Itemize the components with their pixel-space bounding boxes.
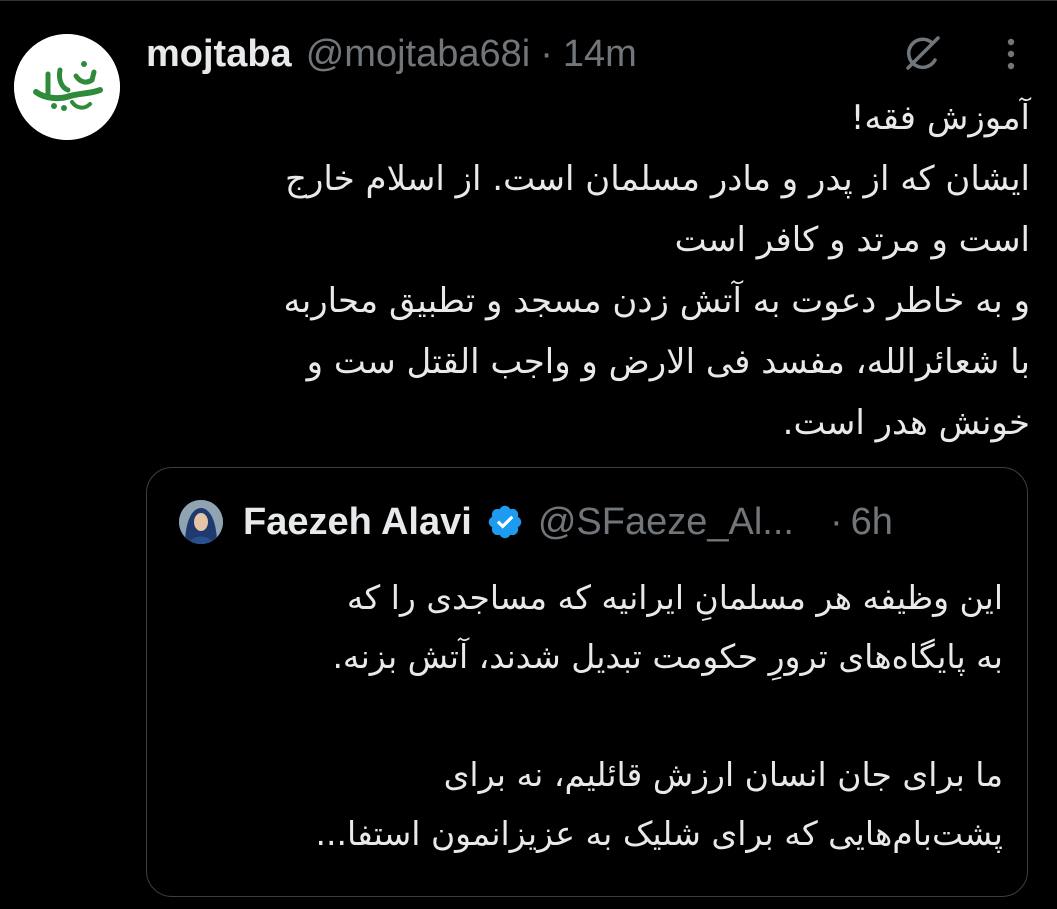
quoted-text-line: پشت‌بام‌هایی که برای شلیک به عزیزانمون ا… xyxy=(315,814,1003,853)
quoted-tweet-card[interactable]: Faezeh Alavi @SFaeze_Al... · 6h این وظیف… xyxy=(146,467,1028,897)
verified-badge-icon xyxy=(488,505,522,539)
tweet-text: آموزش فقه! ایشان که از پدر و مادر مسلمان… xyxy=(140,88,1030,454)
quoted-tweet-text: این وظیفه هر مسلمانِ ایرانیه که مساجدی ر… xyxy=(177,568,1003,863)
quoted-author-avatar-image xyxy=(179,500,223,544)
calligraphy-logo-icon xyxy=(14,34,120,140)
quoted-text-line: به پایگاه‌های ترورِ حکومت تبدیل شدند، آت… xyxy=(332,637,1003,676)
tweet-text-line: آموزش فقه! xyxy=(850,98,1030,138)
tweet-timestamp[interactable]: 14m xyxy=(563,33,637,76)
tweet-text-line: ایشان که از پدر و مادر مسلمان است. از اس… xyxy=(285,159,1030,199)
quoted-author-avatar[interactable] xyxy=(179,500,223,544)
author-handle[interactable]: @mojtaba68i xyxy=(306,33,530,76)
quoted-text-line: این وظیفه هر مسلمانِ ایرانیه که مساجدی ر… xyxy=(346,578,1003,617)
quoted-text-line: ما برای جان انسان ارزش قائلیم، نه برای xyxy=(443,755,1003,794)
tweet-text-line: با شعائرالله، مفسد فی الارض و واجب القتل… xyxy=(306,342,1030,382)
more-options-icon[interactable] xyxy=(996,34,1026,74)
grok-icon[interactable] xyxy=(898,30,946,78)
quoted-author-display-name[interactable]: Faezeh Alavi xyxy=(243,501,472,544)
tweet-header: mojtaba @mojtaba68i · 14m xyxy=(146,26,637,82)
quoted-author-handle[interactable]: @SFaeze_Al... xyxy=(538,501,794,544)
author-display-name[interactable]: mojtaba xyxy=(146,33,292,76)
quoted-tweet-header: Faezeh Alavi @SFaeze_Al... · 6h xyxy=(243,494,893,550)
separator-dot: · xyxy=(540,32,553,75)
author-avatar[interactable] xyxy=(14,34,120,140)
tweet-text-line: است و مرتد و کافر است xyxy=(674,220,1030,260)
separator-dot: · xyxy=(829,500,843,543)
tweet-text-line: خونش هدر است. xyxy=(782,403,1030,443)
quoted-tweet-timestamp[interactable]: 6h xyxy=(851,501,893,544)
quoted-text-line xyxy=(177,686,1003,745)
tweet-text-line: و به خاطر دعوت به آتش زدن مسجد و تطبیق م… xyxy=(283,281,1030,321)
top-divider xyxy=(0,0,1057,1)
